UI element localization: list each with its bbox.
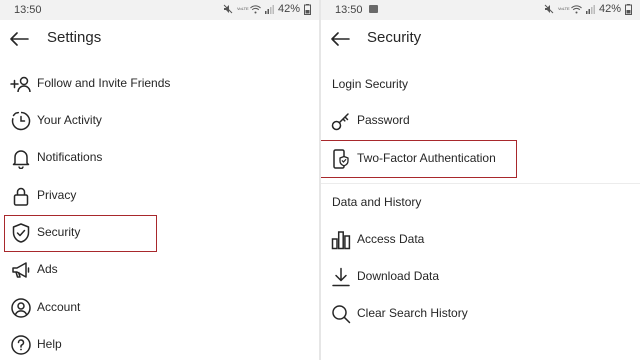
menu-item-label: Help — [37, 337, 62, 351]
status-icons: VoLTE 42% — [223, 3, 311, 15]
signal-icon — [585, 4, 595, 14]
activity-clock-icon — [10, 110, 32, 132]
status-icons: VoLTE 42% — [544, 3, 632, 15]
wifi-icon — [250, 4, 261, 13]
menu-item-label: Your Activity — [37, 113, 102, 127]
battery-percent: 42% — [277, 3, 300, 15]
security-header: Security — [321, 20, 640, 58]
menu-item-label: Follow and Invite Friends — [37, 76, 171, 90]
arrow-left-icon — [331, 32, 350, 46]
phone-shield-icon — [330, 148, 352, 170]
mute-icon — [223, 4, 233, 14]
bar-chart-icon — [330, 229, 352, 251]
account-circle-icon — [10, 297, 32, 319]
wifi-icon — [571, 4, 582, 13]
menu-item-label: Privacy — [37, 188, 77, 202]
back-button[interactable] — [6, 26, 32, 52]
download-icon — [330, 266, 352, 288]
menu-item-label: Ads — [37, 262, 58, 276]
page-title: Security — [367, 29, 422, 46]
mute-icon — [544, 4, 554, 14]
shield-check-icon — [10, 222, 32, 244]
menu-item-label: Notifications — [37, 150, 103, 164]
menu-item-label: Account — [37, 300, 81, 314]
battery-percent: 42% — [598, 3, 621, 15]
arrow-left-icon — [10, 32, 29, 46]
menu-item-security[interactable]: Security — [0, 214, 319, 251]
section-header-login-security: Login Security — [332, 77, 409, 91]
menu-item-label: Download Data — [357, 269, 440, 283]
bell-icon — [10, 147, 32, 169]
volte-label: VoLTE — [236, 6, 249, 11]
menu-item-label: Security — [37, 225, 81, 239]
menu-item-label: Access Data — [357, 232, 425, 246]
status-time: 13:50 — [14, 4, 42, 16]
signal-icon — [264, 4, 274, 14]
menu-item-label: Password — [357, 113, 410, 127]
menu-item-account[interactable]: Account — [0, 289, 319, 326]
battery-icon — [304, 3, 311, 15]
menu-item-follow-invite[interactable]: Follow and Invite Friends — [0, 65, 319, 102]
lock-icon — [10, 185, 32, 207]
section-divider — [321, 183, 640, 184]
page-title: Settings — [47, 29, 102, 46]
menu-item-help[interactable]: Help — [0, 326, 319, 360]
menu-item-ads[interactable]: Ads — [0, 251, 319, 288]
status-bar: 13:50 VoLTE 42% — [321, 0, 640, 20]
security-screen: 13:50 VoLTE 42% Security Login Security … — [321, 0, 640, 360]
menu-item-label: Two-Factor Authentication — [357, 151, 496, 165]
menu-item-your-activity[interactable]: Your Activity — [0, 102, 319, 139]
section-header-data-history: Data and History — [332, 195, 422, 209]
settings-screen: 13:50 VoLTE 42% Settings Follow and Invi… — [0, 0, 319, 360]
back-button[interactable] — [327, 26, 353, 52]
search-icon — [330, 303, 352, 325]
menu-item-download-data[interactable]: Download Data — [321, 258, 640, 295]
megaphone-icon — [10, 259, 32, 281]
menu-item-access-data[interactable]: Access Data — [321, 221, 640, 258]
menu-item-two-factor-auth[interactable]: Two-Factor Authentication — [321, 140, 640, 177]
battery-icon — [625, 3, 632, 15]
menu-item-clear-search-history[interactable]: Clear Search History — [321, 295, 640, 332]
image-notification-icon — [369, 5, 378, 13]
menu-item-notifications[interactable]: Notifications — [0, 139, 319, 176]
menu-item-password[interactable]: Password — [321, 102, 640, 139]
status-bar: 13:50 VoLTE 42% — [0, 0, 319, 20]
settings-header: Settings — [0, 20, 319, 58]
menu-item-label: Clear Search History — [357, 306, 468, 320]
menu-item-privacy[interactable]: Privacy — [0, 177, 319, 214]
status-time: 13:50 — [335, 4, 363, 16]
help-circle-icon — [10, 334, 32, 356]
volte-label: VoLTE — [557, 6, 570, 11]
key-icon — [330, 110, 352, 132]
add-person-icon — [10, 73, 32, 95]
